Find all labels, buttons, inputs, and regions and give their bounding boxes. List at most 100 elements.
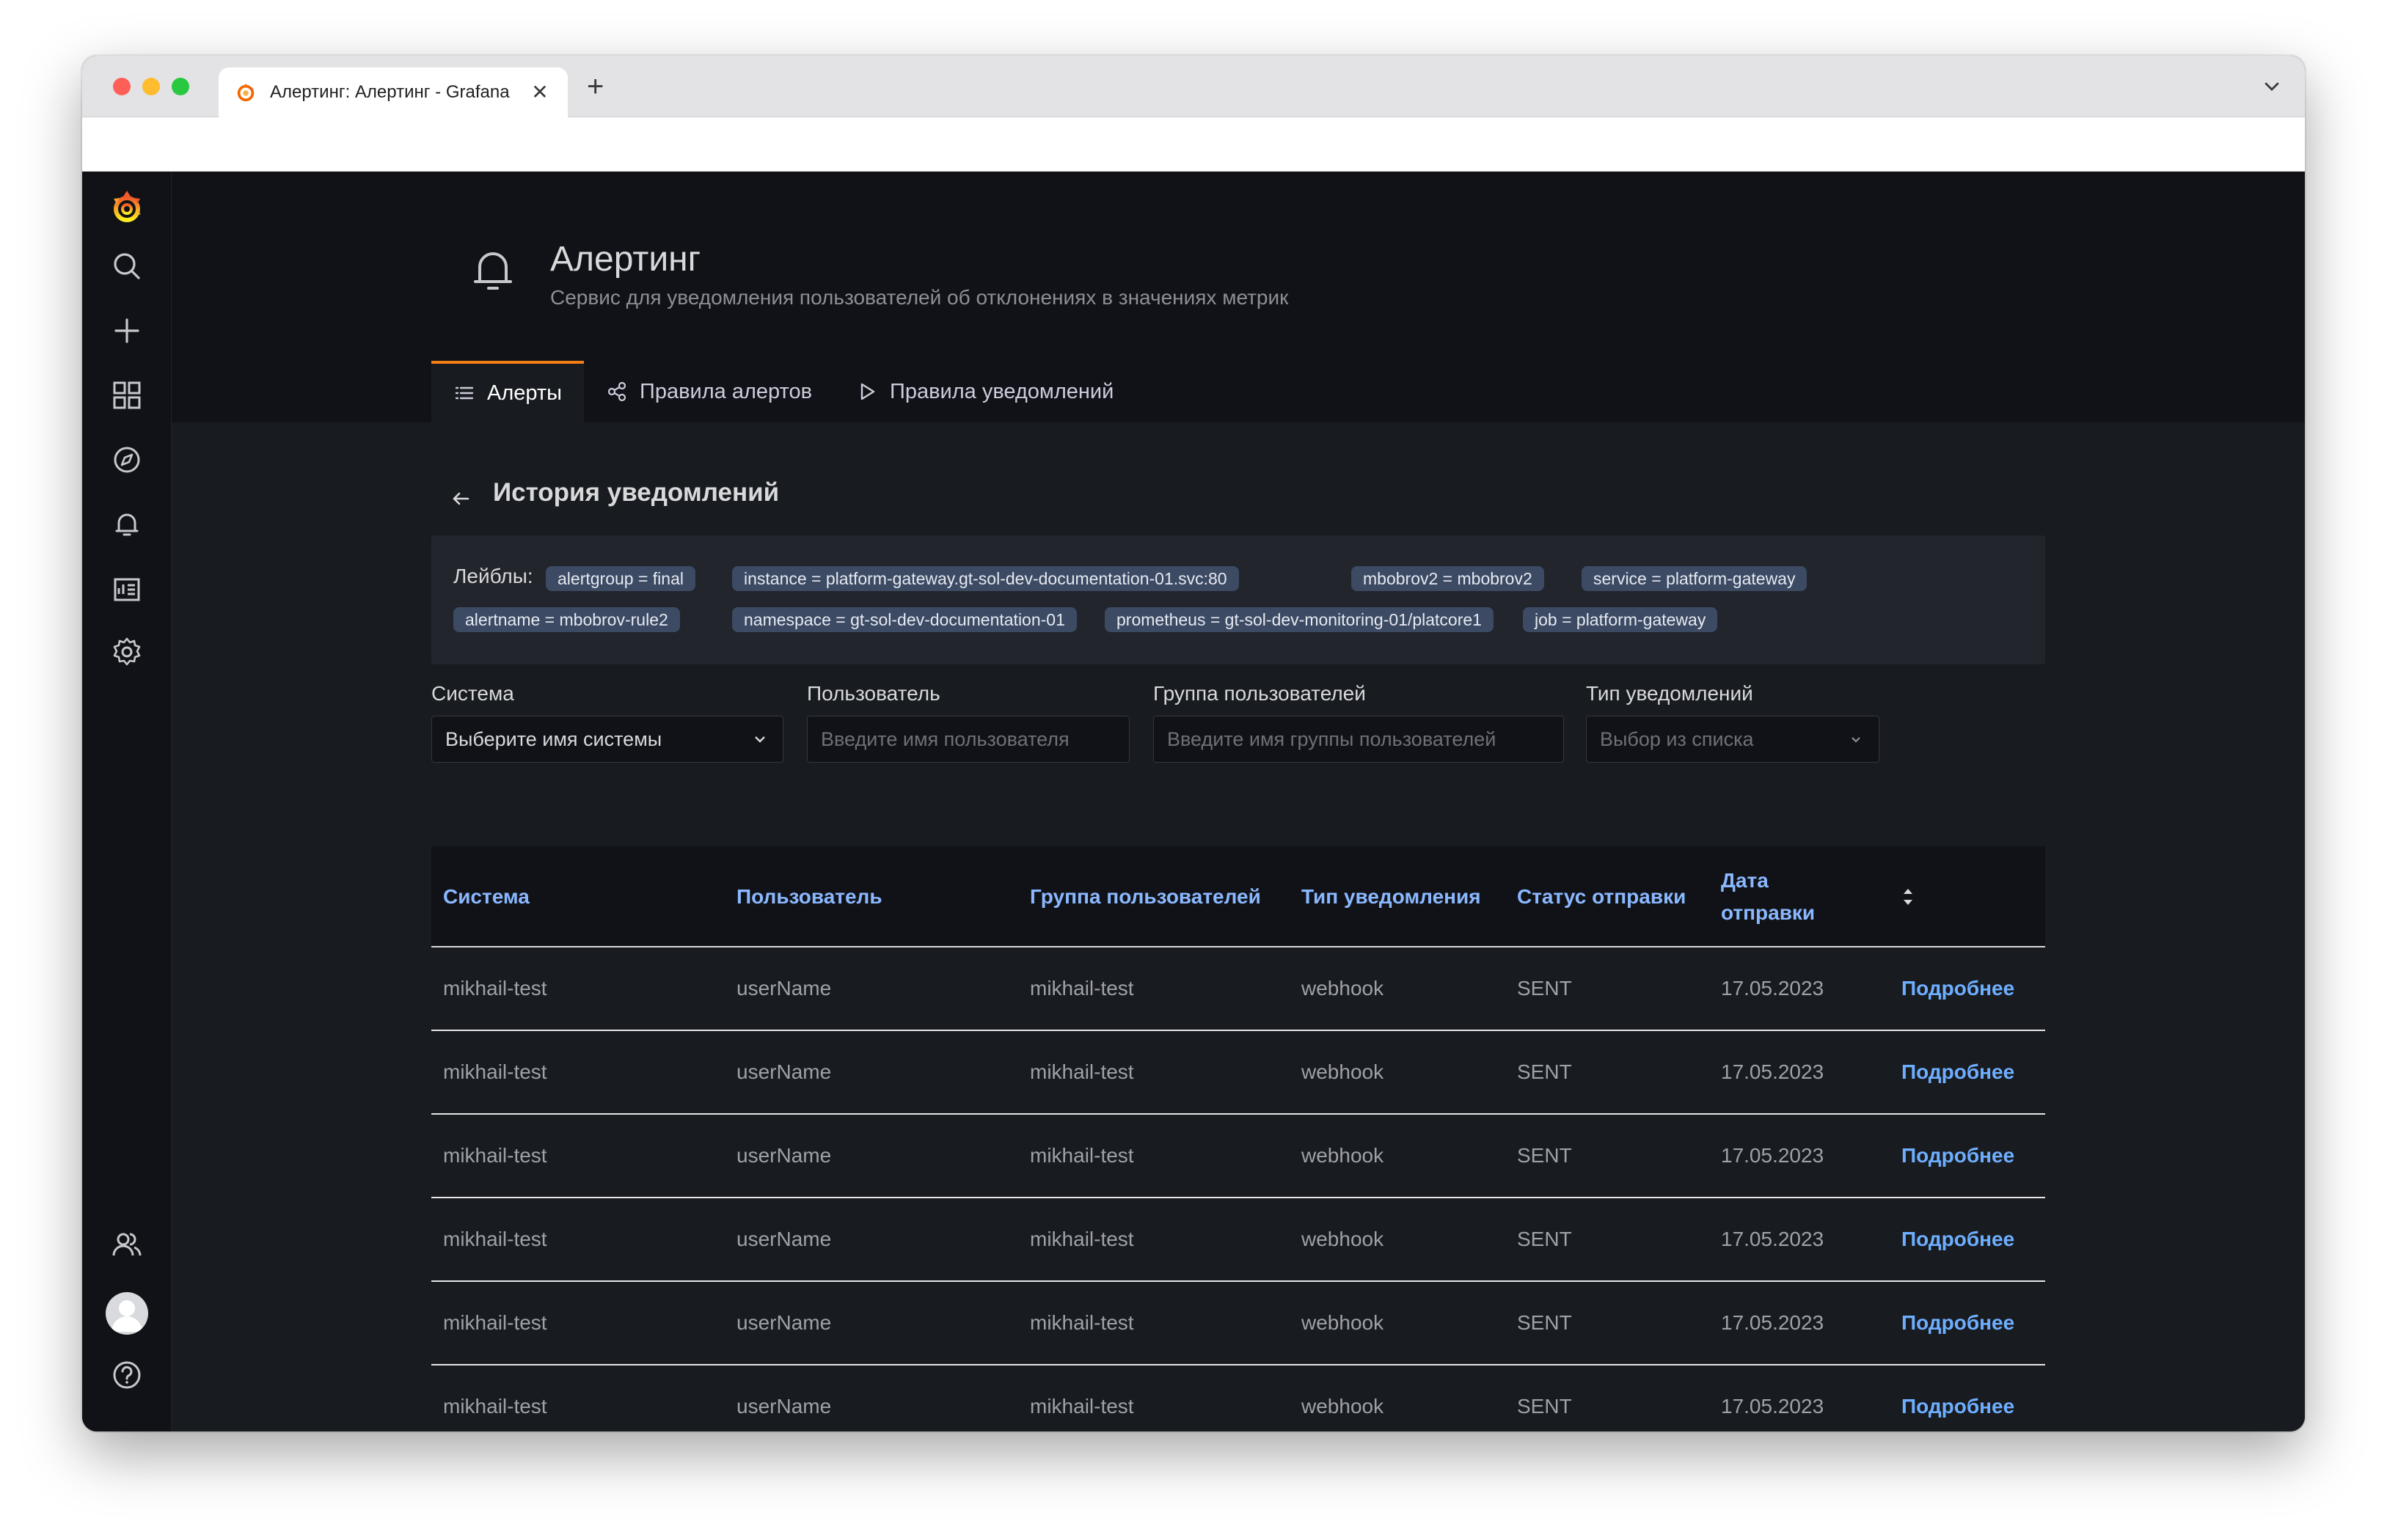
user-input[interactable]: Введите имя пользователя	[807, 716, 1130, 763]
cell-status: SENT	[1517, 1144, 1572, 1167]
cell-group: mikhail-test	[1030, 977, 1134, 1000]
column-header-date[interactable]: Дата отправки	[1721, 846, 1846, 947]
cell-system: mikhail-test	[443, 1228, 547, 1250]
close-window-button[interactable]	[113, 78, 131, 95]
cell-system: mikhail-test	[443, 1060, 547, 1083]
cell-user: userName	[736, 977, 832, 1000]
filter-type-label: Тип уведомлений	[1586, 682, 1753, 705]
tab-notification-rules[interactable]: Правила уведомлений	[834, 361, 1136, 422]
cell-user: userName	[736, 1060, 832, 1083]
details-link[interactable]: Подробнее	[1901, 947, 2014, 1030]
cell-type: webhook	[1301, 1060, 1384, 1083]
plus-icon[interactable]	[110, 314, 144, 348]
filter-user-label: Пользователь	[807, 682, 940, 705]
cell-date: 17.05.2023	[1721, 1144, 1824, 1167]
sort-icon[interactable]	[1897, 884, 1919, 909]
maximize-window-button[interactable]	[172, 78, 189, 95]
column-header-status[interactable]: Статус отправки	[1517, 846, 1686, 947]
cell-system: mikhail-test	[443, 977, 547, 1000]
column-header-group[interactable]: Группа пользователей	[1030, 846, 1261, 947]
browser-tab[interactable]: Алертинг: Алертинг - Grafana ✕	[219, 67, 568, 117]
help-icon[interactable]	[110, 1358, 144, 1392]
cell-type: webhook	[1301, 977, 1384, 1000]
details-link[interactable]: Подробнее	[1901, 1031, 2014, 1113]
label-chip: service = platform-gateway	[1582, 566, 1807, 591]
cell-system: mikhail-test	[443, 1144, 547, 1167]
details-link[interactable]: Подробнее	[1901, 1115, 2014, 1197]
cell-group: mikhail-test	[1030, 1144, 1134, 1167]
cell-date: 17.05.2023	[1721, 1395, 1824, 1418]
column-header-type[interactable]: Тип уведомления	[1301, 846, 1481, 947]
new-tab-button[interactable]: +	[587, 70, 604, 103]
group-input[interactable]: Введите имя группы пользователей	[1153, 716, 1564, 763]
back-arrow-icon[interactable]	[449, 487, 472, 510]
tab-alerts[interactable]: Алерты	[431, 361, 585, 422]
avatar[interactable]	[106, 1292, 148, 1335]
filter-system-label: Система	[431, 682, 514, 705]
cell-status: SENT	[1517, 1395, 1572, 1418]
label-chip: job = platform-gateway	[1523, 607, 1718, 632]
details-link[interactable]: Подробнее	[1901, 1198, 2014, 1280]
page-header: Алертинг Сервис для уведомления пользова…	[172, 172, 2305, 422]
table-row: mikhail-test userName mikhail-test webho…	[431, 1115, 2045, 1198]
cell-user: userName	[736, 1311, 832, 1334]
notifications-table: Система Пользователь Группа пользователе…	[431, 846, 2045, 1431]
table-row: mikhail-test userName mikhail-test webho…	[431, 1198, 2045, 1282]
browser-window: Алертинг: Алертинг - Grafana ✕ + Алертин…	[82, 56, 2305, 1431]
browser-titlebar: Алертинг: Алертинг - Grafana ✕ +	[82, 56, 2305, 117]
details-link[interactable]: Подробнее	[1901, 1365, 2014, 1431]
chevron-down-icon	[755, 736, 765, 743]
cell-date: 17.05.2023	[1721, 1228, 1824, 1250]
minimize-window-button[interactable]	[142, 78, 160, 95]
page-title: Алертинг	[550, 240, 701, 279]
browser-toolbar	[82, 117, 2305, 172]
cell-type: webhook	[1301, 1144, 1384, 1167]
cell-group: mikhail-test	[1030, 1311, 1134, 1334]
grafana-favicon-icon	[237, 83, 255, 102]
label-chip: instance = platform-gateway.gt-sol-dev-d…	[732, 566, 1239, 591]
table-row: mikhail-test userName mikhail-test webho…	[431, 947, 2045, 1031]
tab-alert-rules-label: Правила алертов	[640, 379, 812, 403]
reports-icon[interactable]	[110, 572, 144, 606]
label-chip: mbobrov2 = mbobrov2	[1351, 566, 1544, 591]
alert-bell-icon[interactable]	[110, 507, 144, 541]
section-title: История уведомлений	[493, 478, 780, 507]
sidebar	[82, 172, 172, 1431]
label-chip: namespace = gt-sol-dev-documentation-01	[732, 607, 1077, 632]
search-icon[interactable]	[110, 249, 144, 283]
table-header: Система Пользователь Группа пользователе…	[431, 846, 2045, 947]
cell-date: 17.05.2023	[1721, 1311, 1824, 1334]
list-icon	[455, 386, 474, 400]
group-input-placeholder: Введите имя группы пользователей	[1167, 727, 1496, 750]
table-row: mikhail-test userName mikhail-test webho…	[431, 1031, 2045, 1115]
grafana-logo-icon[interactable]	[107, 188, 147, 227]
tab-notification-rules-label: Правила уведомлений	[890, 379, 1114, 403]
cell-type: webhook	[1301, 1228, 1384, 1250]
cell-group: mikhail-test	[1030, 1395, 1134, 1418]
dashboards-icon[interactable]	[110, 378, 144, 412]
cell-status: SENT	[1517, 1311, 1572, 1334]
gear-icon[interactable]	[110, 635, 144, 669]
system-select[interactable]: Выберите имя системы	[431, 716, 783, 763]
explore-icon[interactable]	[110, 443, 144, 477]
labels-caption: Лейблы:	[453, 565, 533, 587]
details-link[interactable]: Подробнее	[1901, 1282, 2014, 1364]
column-header-system[interactable]: Система	[443, 846, 530, 947]
label-chip: alertname = mbobrov-rule2	[453, 607, 680, 632]
page-subtitle: Сервис для уведомления пользователей об …	[550, 286, 1289, 309]
tab-alert-rules[interactable]: Правила алертов	[584, 361, 834, 422]
column-header-user[interactable]: Пользователь	[736, 846, 882, 947]
users-icon[interactable]	[110, 1228, 144, 1261]
bell-icon	[474, 252, 512, 290]
cell-status: SENT	[1517, 1228, 1572, 1250]
notification-type-select[interactable]: Выбор из списка	[1586, 716, 1879, 763]
cell-system: mikhail-test	[443, 1395, 547, 1418]
main-content: Алертинг Сервис для уведомления пользова…	[172, 172, 2305, 1431]
cell-system: mikhail-test	[443, 1311, 547, 1334]
close-tab-icon[interactable]: ✕	[528, 82, 552, 103]
browser-tab-title: Алертинг: Алертинг - Grafana	[270, 82, 510, 102]
notification-type-select-value: Выбор из списка	[1600, 727, 1754, 750]
cell-date: 17.05.2023	[1721, 977, 1824, 1000]
cell-group: mikhail-test	[1030, 1228, 1134, 1250]
chevron-down-icon[interactable]	[2261, 75, 2283, 97]
